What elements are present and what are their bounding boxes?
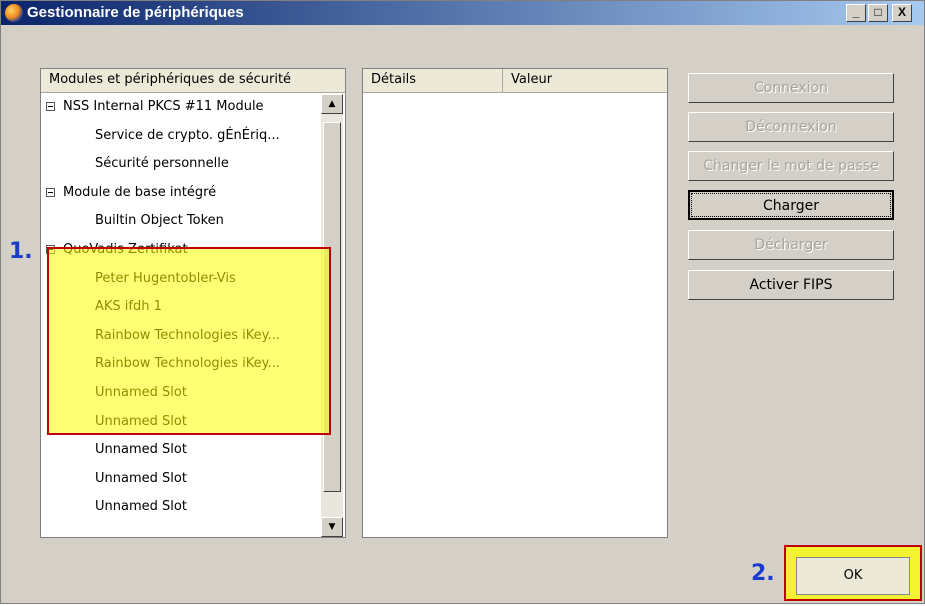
title-bar[interactable]: Gestionnaire de périphériques _ □ X bbox=[1, 1, 924, 25]
charger-button[interactable]: Charger bbox=[688, 190, 894, 220]
scroll-up-icon[interactable]: ▲ bbox=[321, 94, 343, 114]
modules-column-header[interactable]: Modules et périphériques de sécurité bbox=[41, 69, 345, 93]
tree-slot-item[interactable]: Unnamed Slot bbox=[41, 465, 187, 493]
valeur-column-header[interactable]: Valeur bbox=[503, 69, 667, 93]
collapse-icon[interactable] bbox=[46, 187, 55, 197]
window-title: Gestionnaire de périphériques bbox=[27, 4, 244, 21]
change-password-button[interactable]: Changer le mot de passe bbox=[688, 151, 894, 181]
tree-item-label: Unnamed Slot bbox=[95, 499, 187, 515]
connexion-button[interactable]: Connexion bbox=[688, 73, 894, 103]
details-panel[interactable]: Détails Valeur bbox=[362, 68, 668, 538]
close-button[interactable]: X bbox=[892, 4, 912, 22]
tree-slot-item[interactable]: Sécurité personnelle bbox=[41, 150, 229, 178]
minimize-button[interactable]: _ bbox=[846, 4, 866, 22]
tree-item-label: Module de base intégré bbox=[63, 184, 217, 200]
activer-fips-button[interactable]: Activer FIPS bbox=[688, 270, 894, 300]
device-manager-window: Gestionnaire de périphériques _ □ X Modu… bbox=[0, 0, 925, 604]
maximize-button[interactable]: □ bbox=[868, 4, 888, 22]
tree-item-label: Builtin Object Token bbox=[95, 213, 224, 229]
collapse-icon[interactable] bbox=[46, 102, 55, 111]
tree-module-item[interactable]: NSS Internal PKCS #11 Module bbox=[41, 93, 264, 121]
tree-item-label: Service de crypto. gÉnÉriq... bbox=[95, 127, 280, 143]
tree-slot-item[interactable]: Service de crypto. gÉnÉriq... bbox=[41, 122, 280, 150]
tree-slot-item[interactable]: Unnamed Slot bbox=[41, 436, 187, 464]
tree-slot-item[interactable]: Builtin Object Token bbox=[41, 207, 224, 235]
tree-module-item[interactable]: Module de base intégré bbox=[41, 179, 216, 207]
step-1-marker: 1. bbox=[9, 239, 33, 264]
details-column-header[interactable]: Détails bbox=[363, 69, 503, 93]
tree-item-label: Unnamed Slot bbox=[95, 442, 187, 458]
tree-item-label: Unnamed Slot bbox=[95, 470, 187, 486]
scroll-down-icon[interactable]: ▼ bbox=[321, 517, 343, 537]
ok-button[interactable]: OK bbox=[796, 557, 910, 595]
deconnexion-button[interactable]: Déconnexion bbox=[688, 112, 894, 142]
tree-item-label: Sécurité personnelle bbox=[95, 156, 229, 172]
firefox-logo-icon bbox=[5, 4, 23, 22]
tree-slot-item[interactable]: Unnamed Slot bbox=[41, 493, 187, 521]
step-2-marker: 2. bbox=[751, 561, 775, 586]
decharger-button[interactable]: Décharger bbox=[688, 230, 894, 260]
tree-item-label: NSS Internal PKCS #11 Module bbox=[63, 99, 264, 114]
quovadis-highlight-box bbox=[47, 247, 331, 435]
